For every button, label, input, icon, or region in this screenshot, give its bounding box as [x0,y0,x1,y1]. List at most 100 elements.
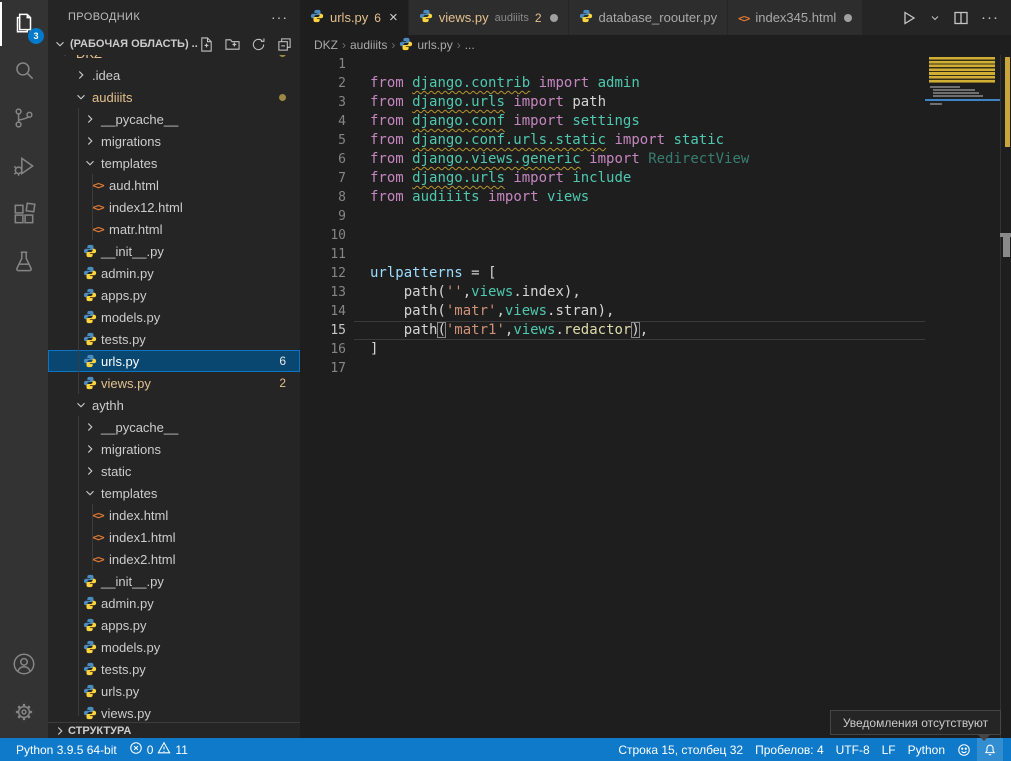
problems-status[interactable]: 0 11 [123,738,194,761]
tree-item-audiiits[interactable]: audiiits [48,86,300,108]
code-line-11[interactable]: 11 [300,245,925,264]
tree-item-views-py[interactable]: views.py2 [48,372,300,394]
activity-source-control[interactable] [0,96,48,144]
activity-accounts[interactable] [0,642,48,690]
code-line-10[interactable]: 10 [300,226,925,245]
close-icon[interactable]: × [389,10,398,25]
tree-item-migrations[interactable]: migrations [48,438,300,460]
eol-status[interactable]: LF [876,738,902,761]
run-dropdown-chevron-icon[interactable] [929,12,941,24]
tree-item-aythh[interactable]: aythh [48,394,300,416]
new-folder-icon[interactable] [224,36,240,52]
code-line-4[interactable]: 4from django.conf import settings [300,112,925,131]
line-number: 8 [300,188,346,207]
line-col-status[interactable]: Строка 15, столбец 32 [612,738,749,761]
tab-database-roouter-py[interactable]: database_roouter.py [569,0,729,35]
indent-status[interactable]: Пробелов: 4 [749,738,830,761]
tree-item-models-py[interactable]: models.py [48,306,300,328]
code-line-13[interactable]: 13 path('',views.index), [300,283,925,302]
tree-item-urls-py[interactable]: urls.py6 [48,350,300,372]
extensions-icon [11,201,37,232]
code-line-17[interactable]: 17 [300,359,925,378]
line-number: 13 [300,283,346,302]
code-line-5[interactable]: 5from django.conf.urls.static import sta… [300,131,925,150]
activity-explorer[interactable]: 3 [0,0,48,48]
unsaved-dot-icon[interactable] [844,14,852,22]
tree-item-tests-py[interactable]: tests.py [48,658,300,680]
outline-section-header[interactable]: СТРУКТУРА [48,722,300,738]
tree-item-index12-html[interactable]: <>index12.html [48,196,300,218]
activity-run-debug[interactable] [0,144,48,192]
feedback-icon[interactable] [951,738,977,761]
tree-item-admin-py[interactable]: admin.py [48,592,300,614]
tree-item-urls-py[interactable]: urls.py [48,680,300,702]
activity-testing[interactable] [0,240,48,288]
tree-item-migrations[interactable]: migrations [48,130,300,152]
tree-item-admin-py[interactable]: admin.py [48,262,300,284]
tree-item--pycache-[interactable]: __pycache__ [48,416,300,438]
tab-urls-py[interactable]: urls.py6× [300,0,409,35]
activity-settings[interactable] [0,690,48,738]
tree-item-templates[interactable]: templates [48,482,300,504]
python-file-icon [82,353,98,369]
tree-item-static[interactable]: static [48,460,300,482]
tree-item-apps-py[interactable]: apps.py [48,614,300,636]
code-line-2[interactable]: 2from django.contrib import admin [300,74,925,93]
tree-item-index1-html[interactable]: <>index1.html [48,526,300,548]
tab-views-py[interactable]: views.pyaudiiits2 [409,0,569,35]
run-button[interactable] [901,10,917,26]
encoding-status[interactable]: UTF-8 [830,738,876,761]
views-and-more-actions-button[interactable]: ··· [271,9,288,25]
tree-item--init-py[interactable]: __init__.py [48,240,300,262]
code-line-6[interactable]: 6from django.views.generic import Redire… [300,150,925,169]
breadcrumb-label: ... [465,38,475,52]
workspace-section-header[interactable]: (РАБОЧАЯ ОБЛАСТЬ) ... [48,33,300,55]
unsaved-dot-icon[interactable] [550,14,558,22]
tab-index345-html[interactable]: <>index345.html [728,0,863,35]
activity-extensions[interactable] [0,192,48,240]
warning-count: 11 [175,743,187,757]
code-line-14[interactable]: 14 path('matr',views.stran), [300,302,925,321]
more-actions-icon[interactable]: ··· [981,9,999,26]
code-line-7[interactable]: 7from django.urls import include [300,169,925,188]
tree-item-matr-html[interactable]: <>matr.html [48,218,300,240]
collapse-all-icon[interactable] [276,36,292,52]
new-file-icon[interactable] [198,36,214,52]
code-line-8[interactable]: 8from audiiits import views [300,188,925,207]
tree-item-templates[interactable]: templates [48,152,300,174]
tree-item-views-py[interactable]: views.py [48,702,300,724]
code-line-3[interactable]: 3from django.urls import path [300,93,925,112]
status-bar: Python 3.9.5 64-bit 0 11 Строка 15, стол… [0,738,1011,761]
tab-problems-badge: 6 [374,11,381,25]
chevron-down-icon [82,485,98,501]
breadcrumb-item[interactable]: audiiits [350,38,387,52]
tree-item--init-py[interactable]: __init__.py [48,570,300,592]
tree-item-apps-py[interactable]: apps.py [48,284,300,306]
split-editor-icon[interactable] [953,10,969,26]
tree-item-tests-py[interactable]: tests.py [48,328,300,350]
refresh-icon[interactable] [250,36,266,52]
code-line-16[interactable]: 16] [300,340,925,359]
breadcrumb-item[interactable]: DKZ [314,38,338,52]
tab-problems-badge: 2 [535,11,542,25]
code-line-1[interactable]: 1 [300,55,925,74]
code-line-12[interactable]: 12urlpatterns = [ [300,264,925,283]
vscode-window: 3 [0,0,1011,761]
breadcrumb-item[interactable]: urls.py [399,37,452,54]
tab-bar: urls.py6×views.pyaudiiits2database_roout… [300,0,1011,35]
minimap[interactable] [925,55,1000,738]
activity-search[interactable] [0,48,48,96]
code-line-9[interactable]: 9 [300,207,925,226]
tree-item-models-py[interactable]: models.py [48,636,300,658]
python-interpreter-status[interactable]: Python 3.9.5 64-bit [10,738,123,761]
code-line-15[interactable]: 15 path('matr1',views.redactor), [300,321,925,340]
scrollbar[interactable] [1000,55,1011,738]
tree-item-index-html[interactable]: <>index.html [48,504,300,526]
tree-item--idea[interactable]: .idea [48,64,300,86]
language-status[interactable]: Python [902,738,951,761]
tree-item--pycache-[interactable]: __pycache__ [48,108,300,130]
tree-item-index2-html[interactable]: <>index2.html [48,548,300,570]
tree-item-aud-html[interactable]: <>aud.html [48,174,300,196]
breadcrumb-item[interactable]: ... [465,38,475,52]
code-editor[interactable]: 12from django.contrib import admin3from … [300,55,925,738]
